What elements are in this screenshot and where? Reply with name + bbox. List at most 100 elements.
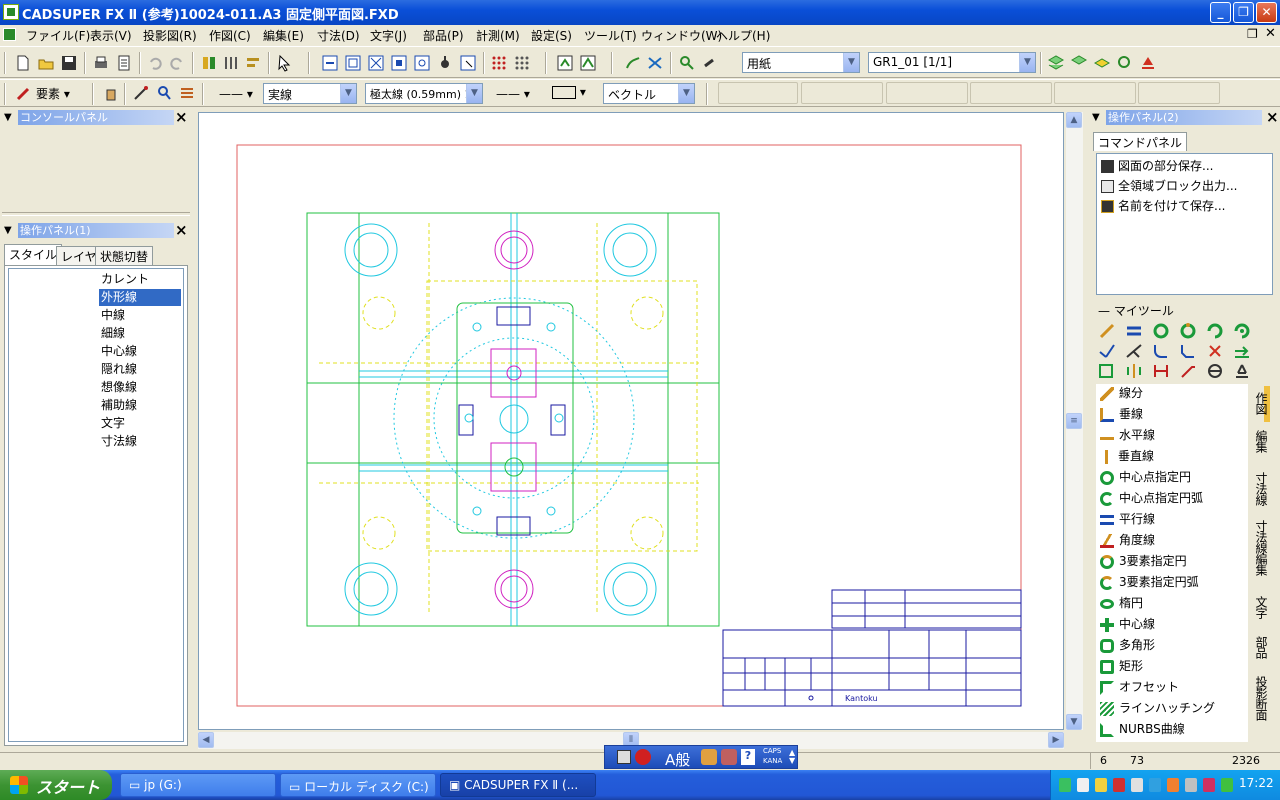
menu-dimension[interactable]: 寸法(D) xyxy=(317,27,360,44)
style-item-current[interactable]: カレント xyxy=(99,271,181,288)
cmd-save-as[interactable]: 名前を付けて保存... xyxy=(1101,197,1225,215)
scroll-left-icon[interactable]: ◀ xyxy=(198,732,214,748)
delete-icon[interactable] xyxy=(1206,342,1224,360)
fillet-icon[interactable] xyxy=(1152,342,1170,360)
tool-parallel[interactable]: 平行線 xyxy=(1100,510,1155,530)
leader-icon[interactable] xyxy=(1179,362,1197,380)
status-field-1[interactable] xyxy=(718,82,798,104)
line-icon[interactable] xyxy=(1098,322,1116,340)
redo-icon[interactable] xyxy=(168,54,186,72)
scroll-down-icon[interactable]: ▼ xyxy=(1066,714,1082,730)
side-tab-edit[interactable]: 編集 xyxy=(1250,430,1270,452)
parallel-icon[interactable] xyxy=(1125,322,1143,340)
element-button[interactable]: 要素 ▾ xyxy=(36,85,70,102)
pin-icon[interactable]: ▼ xyxy=(1092,112,1100,123)
chevron-down-icon[interactable]: ▼ xyxy=(466,84,482,103)
line-style-picker[interactable]: —— ▾ xyxy=(219,87,253,101)
menu-measure[interactable]: 計測(M) xyxy=(476,27,520,44)
tool-horizontal[interactable]: 水平線 xyxy=(1100,426,1155,446)
tray-app-icon[interactable] xyxy=(1167,778,1179,792)
snap-intersection-icon[interactable] xyxy=(646,54,664,72)
ime-options-icon[interactable]: ▲ ▼ xyxy=(789,749,795,765)
close-button[interactable]: ✕ xyxy=(1256,2,1277,23)
menu-file[interactable]: ファイル(F) xyxy=(26,27,90,44)
side-tab-text[interactable]: 文字 xyxy=(1250,596,1270,618)
link-icon[interactable] xyxy=(700,54,718,72)
diameter-icon[interactable] xyxy=(1206,362,1224,380)
cmd-partial-save[interactable]: 図面の部分保存... xyxy=(1101,157,1213,175)
grid-display-icon[interactable] xyxy=(513,54,531,72)
grid-snap-icon[interactable] xyxy=(490,54,508,72)
close-icon[interactable]: × xyxy=(175,108,188,126)
ime-pad-icon[interactable] xyxy=(635,749,651,765)
style-item-outline[interactable]: 外形線 xyxy=(99,289,181,306)
chevron-down-icon[interactable]: ▼ xyxy=(1019,53,1035,72)
tray-app-icon[interactable] xyxy=(1095,778,1107,792)
chamfer-icon[interactable] xyxy=(1179,342,1197,360)
menu-parts[interactable]: 部品(P) xyxy=(423,27,464,44)
menu-help[interactable]: ヘルプ(H) xyxy=(716,27,770,44)
menu-settings[interactable]: 設定(S) xyxy=(531,27,572,44)
zoom-all-icon[interactable] xyxy=(344,54,362,72)
tool-ellipse[interactable]: 楕円 xyxy=(1100,594,1143,614)
chevron-down-icon[interactable]: ▼ xyxy=(678,84,694,103)
style-item-phantom[interactable]: 想像線 xyxy=(99,379,181,396)
layer-icon[interactable] xyxy=(200,54,218,72)
tool-vertical[interactable]: 垂直線 xyxy=(1100,447,1154,467)
doc-icon[interactable] xyxy=(3,28,16,41)
arrow-style-picker[interactable]: —— ▾ xyxy=(496,87,530,101)
element-pen-icon[interactable] xyxy=(15,84,33,102)
tools-icon[interactable] xyxy=(721,749,737,765)
style-item-dimension[interactable]: 寸法線 xyxy=(99,433,181,450)
print-preview-icon[interactable] xyxy=(115,54,133,72)
zoom-in-icon[interactable] xyxy=(413,54,431,72)
side-tab-draw[interactable]: 作図 xyxy=(1250,392,1270,414)
properties-icon[interactable] xyxy=(556,54,574,72)
cmd-block-export[interactable]: 全領域ブロック出力... xyxy=(1101,177,1237,195)
clock[interactable]: 17:22 xyxy=(1239,776,1274,790)
dictionary-icon[interactable] xyxy=(701,749,717,765)
mirror-icon[interactable] xyxy=(1125,362,1143,380)
scroll-up-icon[interactable]: ▲ xyxy=(1066,112,1082,128)
tool-offset[interactable]: オフセット xyxy=(1100,678,1179,698)
tool-center-circle[interactable]: 中心点指定円 xyxy=(1100,468,1191,488)
task-drive-g[interactable]: ▭ jp (G:) xyxy=(120,773,276,797)
pin-icon[interactable]: ▼ xyxy=(4,225,12,236)
side-tab-dimension[interactable]: 寸法線 xyxy=(1250,472,1270,505)
side-tab-dimension-edit[interactable]: 寸法線編集 xyxy=(1250,520,1270,575)
tray-app-icon[interactable] xyxy=(1185,778,1197,792)
tool-rectangle[interactable]: 矩形 xyxy=(1100,657,1143,677)
tool-angle[interactable]: 角度線 xyxy=(1100,531,1155,551)
tray-app-icon[interactable] xyxy=(1149,778,1161,792)
panel-splitter[interactable] xyxy=(2,212,190,216)
tool-3pt-arc[interactable]: 3要素指定円弧 xyxy=(1100,573,1199,593)
tab-state[interactable]: 状態切替 xyxy=(95,246,154,265)
pin-icon[interactable]: ▼ xyxy=(4,112,12,123)
close-icon[interactable]: × xyxy=(1266,108,1279,126)
style-item-medium[interactable]: 中線 xyxy=(99,307,181,324)
side-tab-parts[interactable]: 部品 xyxy=(1250,636,1270,658)
status-field-3[interactable] xyxy=(886,82,968,104)
style-item-thin[interactable]: 細線 xyxy=(99,325,181,342)
tab-command-panel[interactable]: コマンドパネル xyxy=(1093,132,1188,151)
task-cadsuper[interactable]: ▣ CADSUPER FX Ⅱ (... xyxy=(440,773,596,797)
tool-3pt-circle[interactable]: 3要素指定円 xyxy=(1100,552,1187,572)
fill-style-picker[interactable]: ▾ xyxy=(552,85,586,99)
undo-icon[interactable] xyxy=(146,54,164,72)
hand-icon[interactable] xyxy=(102,84,120,102)
chevron-down-icon[interactable]: ▼ xyxy=(843,53,859,72)
scroll-right-icon[interactable]: ▶ xyxy=(1048,732,1064,748)
tool-center-arc[interactable]: 中心点指定円弧 xyxy=(1100,489,1203,509)
surface-mark-icon[interactable] xyxy=(1233,362,1251,380)
tool-line-hatching[interactable]: ラインハッチング xyxy=(1100,699,1215,719)
new-file-icon[interactable] xyxy=(14,54,32,72)
arc-icon[interactable] xyxy=(1206,322,1224,340)
layer-search-icon[interactable] xyxy=(1116,54,1134,72)
zoom-window-icon[interactable] xyxy=(390,54,408,72)
tool-line[interactable]: 線分 xyxy=(1100,384,1143,404)
scroll-thumb[interactable]: ≡ xyxy=(1066,413,1082,429)
select-pointer-icon[interactable] xyxy=(276,54,294,72)
attributes-icon[interactable] xyxy=(579,54,597,72)
extend-icon[interactable] xyxy=(1125,342,1143,360)
side-tab-projection[interactable]: 投影断面 xyxy=(1250,676,1270,720)
